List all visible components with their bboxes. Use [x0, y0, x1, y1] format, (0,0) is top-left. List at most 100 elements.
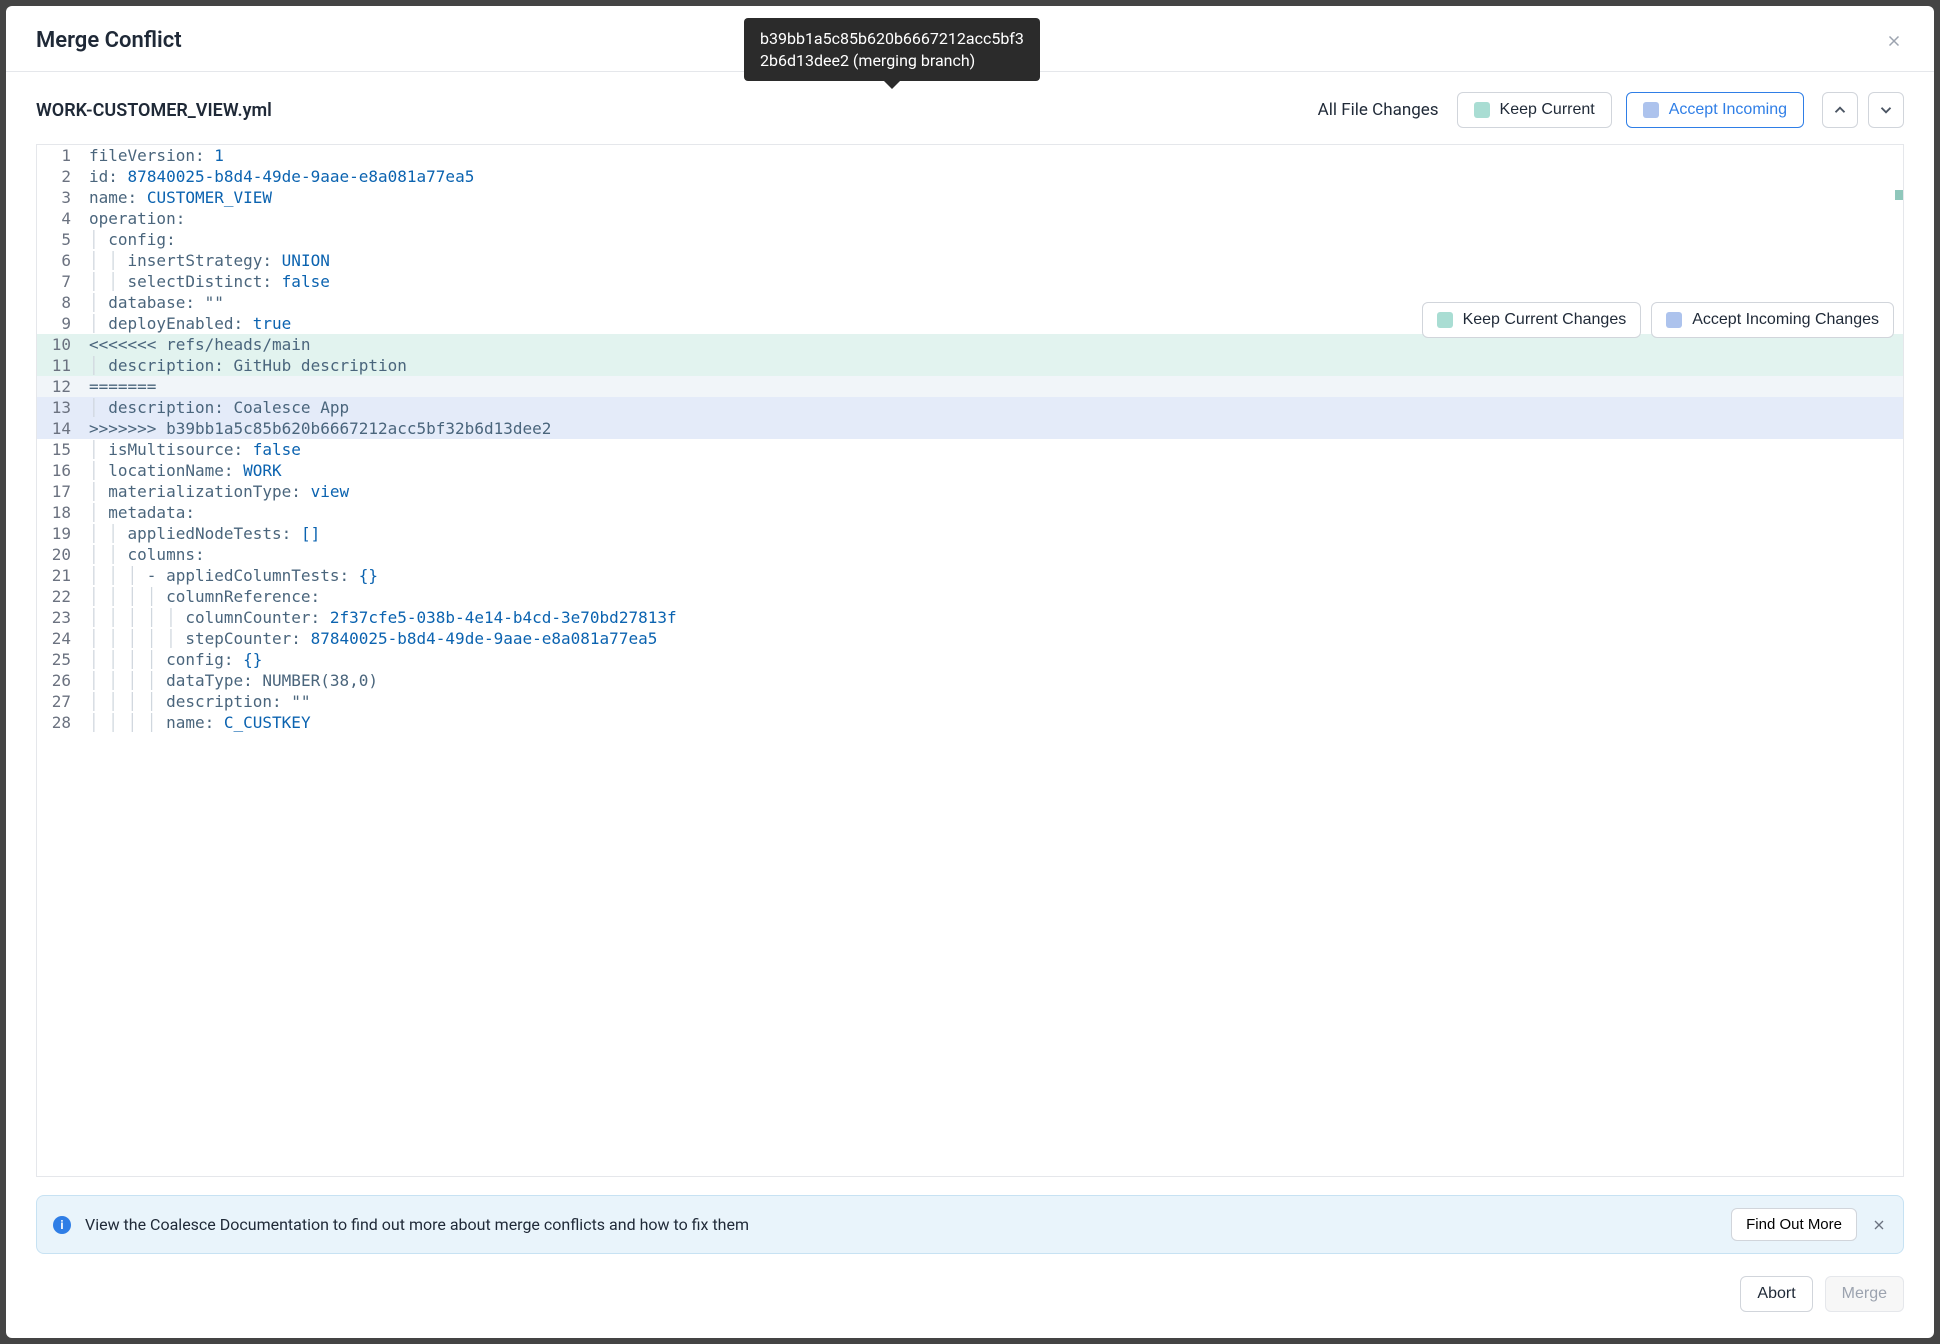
line-number: 10	[37, 334, 81, 355]
code-editor[interactable]: 1fileVersion: 12id: 87840025-b8d4-49de-9…	[36, 144, 1904, 1177]
line-number: 22	[37, 586, 81, 607]
line-number: 26	[37, 670, 81, 691]
code-line[interactable]: 7│ │ selectDistinct: false	[37, 271, 1903, 292]
code-line[interactable]: 11│ description: GitHub description	[37, 355, 1903, 376]
accept-incoming-changes-button[interactable]: Accept Incoming Changes	[1651, 302, 1894, 338]
modal-title: Merge Conflict	[36, 28, 182, 53]
code-content: =======	[81, 376, 1903, 397]
file-toolbar: WORK-CUSTOMER_VIEW.yml All File Changes …	[6, 72, 1934, 144]
accept-incoming-label: Accept Incoming	[1669, 101, 1787, 119]
line-number: 17	[37, 481, 81, 502]
code-line[interactable]: 16│ locationName: WORK	[37, 460, 1903, 481]
keep-current-swatch-icon	[1474, 102, 1490, 118]
code-line[interactable]: 22│ │ │ │ columnReference:	[37, 586, 1903, 607]
line-number: 16	[37, 460, 81, 481]
code-line[interactable]: 23│ │ │ │ │ columnCounter: 2f37cfe5-038b…	[37, 607, 1903, 628]
code-content: fileVersion: 1	[81, 145, 1903, 166]
line-number: 23	[37, 607, 81, 628]
prev-conflict-button[interactable]	[1822, 92, 1858, 128]
code-line[interactable]: 14>>>>>>> b39bb1a5c85b620b6667212acc5bf3…	[37, 418, 1903, 439]
tooltip-line2: 2b6d13dee2 (merging branch)	[760, 50, 1024, 72]
accept-incoming-button[interactable]: Accept Incoming	[1626, 92, 1804, 128]
line-number: 13	[37, 397, 81, 418]
code-line[interactable]: 6│ │ insertStrategy: UNION	[37, 250, 1903, 271]
close-icon	[1885, 32, 1903, 50]
code-line[interactable]: 5│ config:	[37, 229, 1903, 250]
code-content: │ materializationType: view	[81, 481, 1903, 502]
tooltip-line1: b39bb1a5c85b620b6667212acc5bf3	[760, 28, 1024, 50]
overview-ruler-mark	[1895, 190, 1903, 200]
line-number: 18	[37, 502, 81, 523]
line-number: 15	[37, 439, 81, 460]
code-line[interactable]: 18│ metadata:	[37, 502, 1903, 523]
line-number: 4	[37, 208, 81, 229]
keep-current-changes-button[interactable]: Keep Current Changes	[1422, 302, 1642, 338]
keep-current-changes-label: Keep Current Changes	[1463, 311, 1627, 329]
merge-conflict-modal: b39bb1a5c85b620b6667212acc5bf3 2b6d13dee…	[6, 6, 1934, 1338]
line-number: 12	[37, 376, 81, 397]
line-number: 5	[37, 229, 81, 250]
keep-current-swatch-icon	[1437, 312, 1453, 328]
all-file-changes-label: All File Changes	[1318, 100, 1439, 120]
code-content: │ │ │ │ dataType: NUMBER(38,0)	[81, 670, 1903, 691]
code-content: │ │ selectDistinct: false	[81, 271, 1903, 292]
code-line[interactable]: 15│ isMultisource: false	[37, 439, 1903, 460]
code-line[interactable]: 26│ │ │ │ dataType: NUMBER(38,0)	[37, 670, 1903, 691]
accept-incoming-changes-label: Accept Incoming Changes	[1692, 311, 1879, 329]
code-line[interactable]: 21│ │ │ - appliedColumnTests: {}	[37, 565, 1903, 586]
line-number: 2	[37, 166, 81, 187]
code-content: │ description: GitHub description	[81, 355, 1903, 376]
line-number: 20	[37, 544, 81, 565]
line-number: 6	[37, 250, 81, 271]
code-line[interactable]: 4operation:	[37, 208, 1903, 229]
close-icon	[1871, 1217, 1887, 1233]
close-button[interactable]	[1884, 31, 1904, 51]
code-line[interactable]: 27│ │ │ │ description: ""	[37, 691, 1903, 712]
code-line[interactable]: 3name: CUSTOMER_VIEW	[37, 187, 1903, 208]
line-number: 27	[37, 691, 81, 712]
merge-button[interactable]: Merge	[1825, 1276, 1904, 1312]
line-number: 24	[37, 628, 81, 649]
code-line[interactable]: 19│ │ appliedNodeTests: []	[37, 523, 1903, 544]
info-text: View the Coalesce Documentation to find …	[85, 1215, 1717, 1234]
line-number: 25	[37, 649, 81, 670]
code-line[interactable]: 2id: 87840025-b8d4-49de-9aae-e8a081a77ea…	[37, 166, 1903, 187]
line-number: 9	[37, 313, 81, 334]
info-close-button[interactable]	[1871, 1217, 1887, 1233]
code-content: operation:	[81, 208, 1903, 229]
find-out-more-button[interactable]: Find Out More	[1731, 1208, 1857, 1241]
inline-conflict-actions: Keep Current Changes Accept Incoming Cha…	[1422, 302, 1894, 338]
info-icon: i	[53, 1216, 71, 1234]
code-line[interactable]: 28│ │ │ │ name: C_CUSTKEY	[37, 712, 1903, 733]
code-content: │ locationName: WORK	[81, 460, 1903, 481]
code-line[interactable]: 20│ │ columns:	[37, 544, 1903, 565]
accept-incoming-swatch-icon	[1666, 312, 1682, 328]
line-number: 7	[37, 271, 81, 292]
code-line[interactable]: 24│ │ │ │ │ stepCounter: 87840025-b8d4-4…	[37, 628, 1903, 649]
code-line[interactable]: 12=======	[37, 376, 1903, 397]
line-number: 21	[37, 565, 81, 586]
code-content: │ description: Coalesce App	[81, 397, 1903, 418]
code-content: │ │ │ │ │ stepCounter: 87840025-b8d4-49d…	[81, 628, 1903, 649]
code-line[interactable]: 17│ materializationType: view	[37, 481, 1903, 502]
abort-button[interactable]: Abort	[1740, 1276, 1812, 1312]
code-line[interactable]: 25│ │ │ │ config: {}	[37, 649, 1903, 670]
code-content: │ │ │ │ description: ""	[81, 691, 1903, 712]
line-number: 28	[37, 712, 81, 733]
keep-current-button[interactable]: Keep Current	[1457, 92, 1612, 128]
code-content: │ metadata:	[81, 502, 1903, 523]
line-number: 1	[37, 145, 81, 166]
code-line[interactable]: 13│ description: Coalesce App	[37, 397, 1903, 418]
next-conflict-button[interactable]	[1868, 92, 1904, 128]
code-content: │ │ insertStrategy: UNION	[81, 250, 1903, 271]
code-content: name: CUSTOMER_VIEW	[81, 187, 1903, 208]
editor-container: 1fileVersion: 12id: 87840025-b8d4-49de-9…	[6, 144, 1934, 1177]
code-line[interactable]: 1fileVersion: 1	[37, 145, 1903, 166]
code-content: │ config:	[81, 229, 1903, 250]
accept-incoming-swatch-icon	[1643, 102, 1659, 118]
incoming-branch-tooltip: b39bb1a5c85b620b6667212acc5bf3 2b6d13dee…	[744, 18, 1040, 81]
line-number: 3	[37, 187, 81, 208]
info-banner: i View the Coalesce Documentation to fin…	[36, 1195, 1904, 1254]
code-content: │ │ │ │ name: C_CUSTKEY	[81, 712, 1903, 733]
code-content: │ │ │ - appliedColumnTests: {}	[81, 565, 1903, 586]
